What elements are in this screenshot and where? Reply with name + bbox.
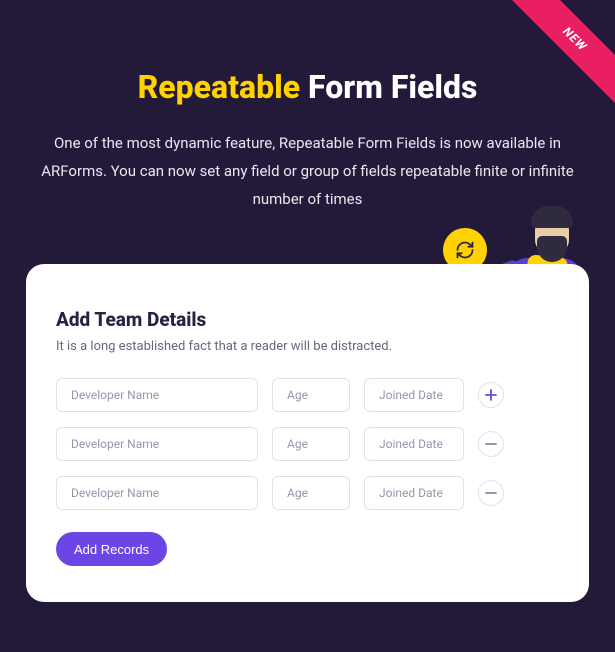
- form-rows: Developer Name Age Joined Date Developer…: [56, 378, 559, 510]
- plus-icon: [485, 389, 497, 401]
- page-description: One of the most dynamic feature, Repeata…: [40, 130, 575, 213]
- age-input[interactable]: Age: [272, 476, 350, 510]
- joined-date-input[interactable]: Joined Date: [364, 476, 464, 510]
- joined-date-input[interactable]: Joined Date: [364, 378, 464, 412]
- form-row: Developer Name Age Joined Date: [56, 476, 559, 510]
- developer-name-input[interactable]: Developer Name: [56, 427, 258, 461]
- form-row: Developer Name Age Joined Date: [56, 378, 559, 412]
- remove-row-button[interactable]: [478, 480, 504, 506]
- developer-name-input[interactable]: Developer Name: [56, 378, 258, 412]
- new-ribbon-label: NEW: [506, 0, 615, 108]
- developer-name-input[interactable]: Developer Name: [56, 476, 258, 510]
- page-title-rest: Form Fields: [300, 68, 477, 106]
- minus-icon: [485, 487, 497, 499]
- joined-date-input[interactable]: Joined Date: [364, 427, 464, 461]
- minus-icon: [485, 438, 497, 450]
- remove-row-button[interactable]: [478, 431, 504, 457]
- add-row-button[interactable]: [478, 382, 504, 408]
- form-row: Developer Name Age Joined Date: [56, 427, 559, 461]
- age-input[interactable]: Age: [272, 427, 350, 461]
- card-subtitle: It is a long established fact that a rea…: [56, 339, 559, 354]
- form-card: Add Team Details It is a long establishe…: [26, 264, 589, 602]
- page-title-accent: Repeatable: [138, 68, 300, 106]
- age-input[interactable]: Age: [272, 378, 350, 412]
- card-title: Add Team Details: [56, 308, 559, 331]
- new-ribbon: NEW: [495, 0, 615, 120]
- add-records-button[interactable]: Add Records: [56, 532, 167, 566]
